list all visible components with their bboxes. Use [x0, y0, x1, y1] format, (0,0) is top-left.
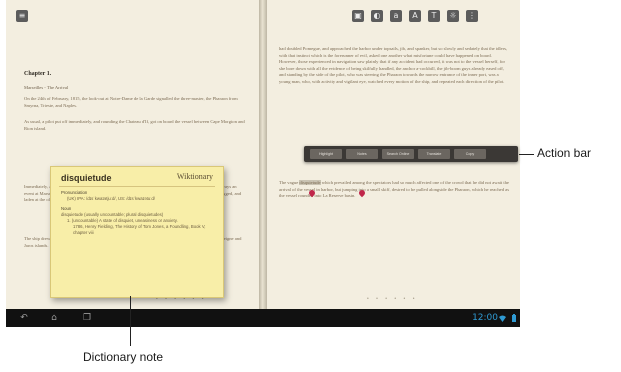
recent-apps-icon[interactable]: ❐: [81, 312, 93, 324]
book-spine: [259, 0, 267, 309]
dictionary-body: Pronunciation (UK) IPA: /dɪsˈkwaɪətjuːd/…: [61, 190, 213, 294]
search-online-button[interactable]: Search Online: [382, 149, 414, 159]
pronunciation-item: (UK) IPA: /dɪsˈkwaɪətjuːd/, US: /dɪsˈkwa…: [67, 196, 155, 201]
system-navigation-bar: ↶ ⌂ ❐ 12:00: [6, 309, 520, 327]
quotation: 1786, Henry Fielding, The History of Tom…: [73, 224, 206, 235]
paragraph-1: On the 24th of February, 1815, the look-…: [24, 96, 238, 108]
dictionary-note-label: Dictionary note: [83, 350, 164, 364]
action-bar: Highlight Notes Search Online Translate …: [304, 146, 518, 162]
action-bar-callout-line: [519, 154, 534, 155]
back-icon[interactable]: ↶: [18, 312, 30, 324]
notes-button[interactable]: Notes: [346, 149, 378, 159]
dictionary-word: disquietude: [61, 173, 112, 183]
wifi-icon: [499, 315, 506, 322]
dictionary-source: Wiktionary: [176, 172, 213, 181]
font-icon[interactable]: T: [428, 10, 440, 22]
dictionary-note[interactable]: disquietude Wiktionary Pronunciation (UK…: [50, 166, 224, 298]
ebook-reader-screen: ≡ Chapter 1. Marseilles - The Arrival On…: [6, 0, 520, 327]
home-icon[interactable]: ⌂: [48, 312, 60, 324]
highlight-button[interactable]: Highlight: [310, 149, 342, 159]
bookmark-icon[interactable]: ▣: [352, 10, 364, 22]
translate-button[interactable]: Translate: [418, 149, 450, 159]
battery-icon: [512, 314, 516, 322]
chapter-title: Chapter 1.: [24, 71, 52, 77]
dictionary-callout-line: [130, 296, 131, 346]
day-night-icon[interactable]: ☼: [447, 10, 459, 22]
paragraph-2: As usual, a pilot put off immediately, a…: [24, 119, 245, 131]
chapter-subtitle: Marseilles - The Arrival: [24, 85, 69, 90]
right-paragraph-1: had doubled Pomegue, and approached the …: [279, 46, 508, 84]
font-size-large-icon[interactable]: A: [409, 10, 421, 22]
dictionary-divider: [59, 186, 215, 187]
status-clock: 12:00: [472, 313, 498, 323]
highlighted-word[interactable]: disquietude: [299, 180, 321, 185]
right-paragraph-2: The vague disquietude which prevailed am…: [279, 180, 509, 199]
copy-button[interactable]: Copy: [454, 149, 486, 159]
menu-icon[interactable]: ≡: [16, 10, 28, 22]
action-bar-label: Action bar: [537, 146, 592, 160]
font-size-icon[interactable]: a: [390, 10, 402, 22]
page-indicator-right: • • • • • •: [367, 296, 418, 302]
brightness-icon[interactable]: ◐: [371, 10, 383, 22]
more-icon[interactable]: ⋮: [466, 10, 478, 22]
